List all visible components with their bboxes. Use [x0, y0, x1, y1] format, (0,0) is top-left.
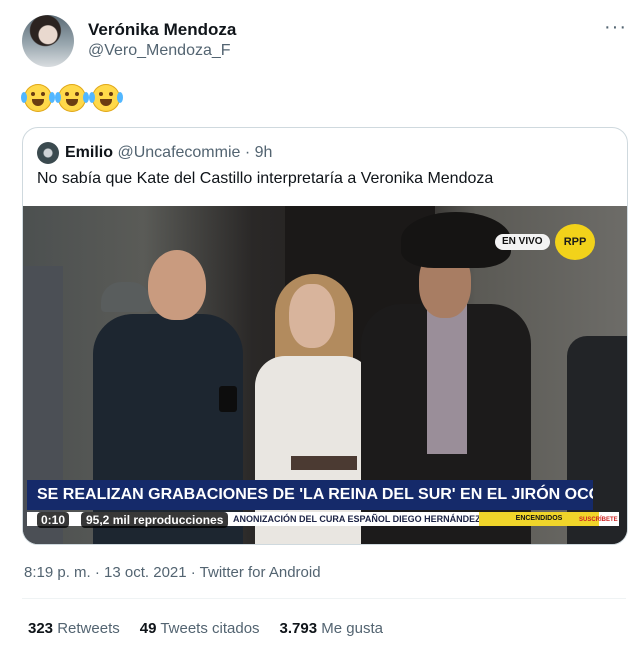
quoted-header: Emilio @Uncafecommie · 9h [65, 144, 272, 162]
quoted-handle[interactable]: @Uncafecommie [117, 144, 240, 161]
retweets-count: 323 [28, 620, 54, 637]
display-name[interactable]: Verónika Mendoza [88, 20, 236, 40]
quoted-display-name[interactable]: Emilio [65, 144, 113, 161]
quoted-age[interactable]: 9h [255, 144, 273, 161]
avatar[interactable] [22, 15, 74, 67]
quoted-tweet[interactable]: Emilio @Uncafecommie · 9h No sabía que K… [22, 127, 628, 545]
likes-stat[interactable]: 3.793 Me gusta [280, 620, 383, 637]
video-time: 0:10 [37, 512, 70, 528]
live-badge: EN VIVO [495, 234, 550, 250]
subscribe-tag: SUSCRÍBETE [579, 517, 618, 523]
timestamp[interactable]: 8:19 p. m. · 13 oct. 2021 · Twitter for … [24, 564, 321, 581]
quoted-separator: · [240, 144, 255, 161]
handle[interactable]: @Vero_Mendoza_F [88, 42, 231, 60]
emoji-row [21, 84, 123, 112]
retweets-stat[interactable]: 323 Retweets [28, 620, 120, 637]
more-icon[interactable]: ··· [604, 16, 627, 39]
likes-count: 3.793 [279, 620, 318, 637]
quoted-text: No sabía que Kate del Castillo interpret… [37, 170, 494, 187]
tears-of-joy-icon [89, 84, 123, 112]
likes-label: Me gusta [321, 620, 383, 637]
quotes-stat[interactable]: 49 Tweets citados [140, 620, 260, 637]
divider [22, 598, 626, 599]
woman-belt [291, 456, 357, 470]
video-headline: SE REALIZAN GRABACIONES DE 'LA REINA DEL… [27, 480, 593, 510]
video-views: 95,2 mil reproducciones [81, 512, 229, 528]
tears-of-joy-icon [21, 84, 55, 112]
quoted-avatar[interactable] [37, 142, 59, 164]
woman-face [289, 284, 335, 348]
quotes-label: Tweets citados [160, 620, 260, 637]
rpp-logo: RPP [555, 224, 595, 260]
bystander-cap [101, 282, 151, 312]
cowboy-shirt [427, 304, 467, 454]
bald-man-head [148, 250, 206, 320]
ticker-text: ANONIZACIÓN DEL CURA ESPAÑOL DIEGO HERNÁ… [233, 514, 481, 524]
video-player[interactable]: EN VIVO RPP SE REALIZAN GRABACIONES DE '… [23, 206, 627, 544]
quotes-count: 49 [139, 620, 157, 637]
retweets-label: Retweets [57, 620, 120, 637]
stats-row: 323 Retweets 49 Tweets citados 3.793 Me … [28, 620, 383, 637]
phone [219, 386, 237, 412]
tears-of-joy-icon [55, 84, 89, 112]
